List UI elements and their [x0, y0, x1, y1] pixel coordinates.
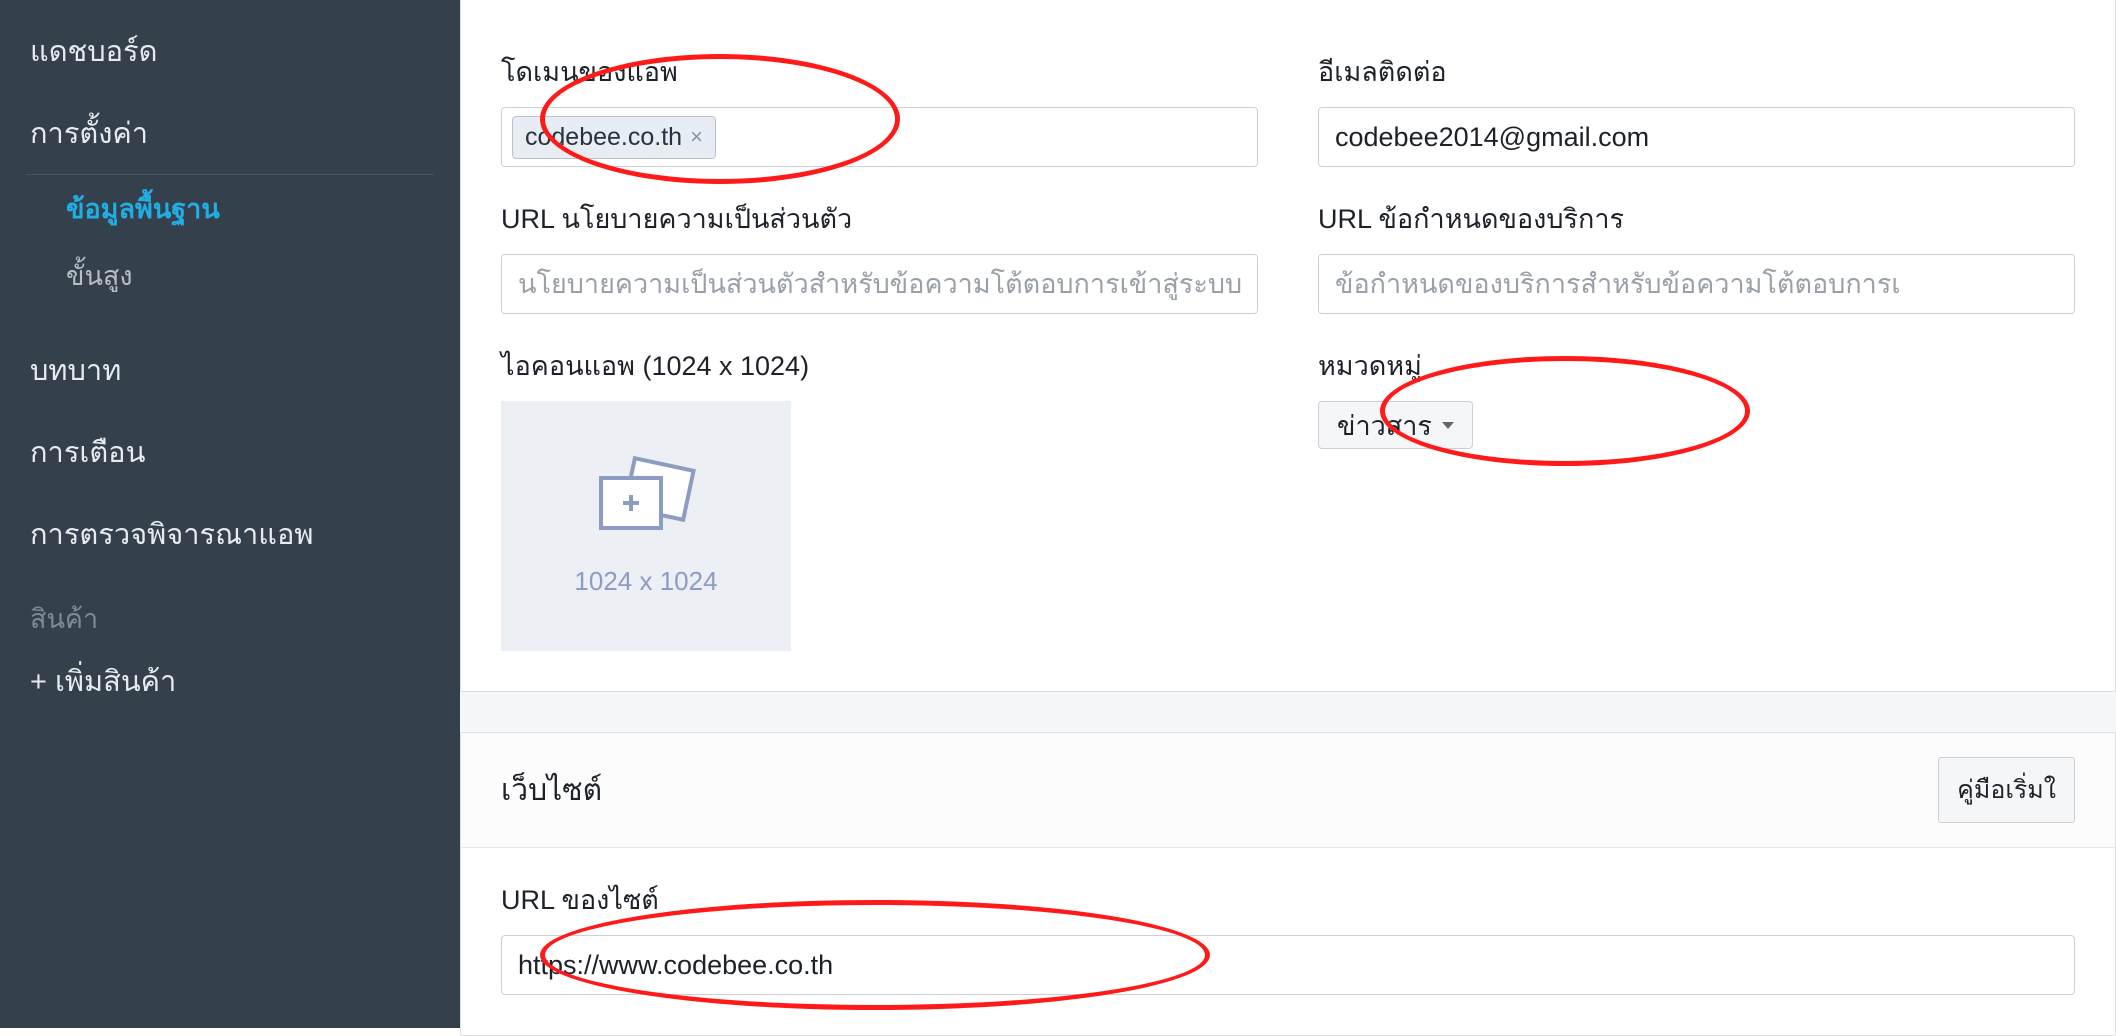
sidebar-item-roles[interactable]: บทบาท	[0, 329, 460, 411]
remove-tag-icon[interactable]: ×	[690, 124, 703, 150]
quickstart-guide-button[interactable]: คู่มือเริ่มใ	[1938, 757, 2075, 823]
photo-placeholder-icon	[591, 456, 701, 546]
sidebar: แดชบอร์ด การตั้งค่า ข้อมูลพื้นฐาน ขั้นสู…	[0, 0, 460, 1028]
settings-panel: โดเมนของแอพ codebee.co.th × อีเมลติดต่อ	[460, 0, 2116, 692]
sidebar-label: การตั้งค่า	[30, 118, 148, 150]
website-panel-body: URL ของไซต์	[461, 878, 2115, 1035]
tag-text: codebee.co.th	[525, 123, 682, 152]
sidebar-label: + เพิ่มสินค้า	[30, 666, 176, 698]
tos-url-label: URL ข้อกำหนดของบริการ	[1318, 197, 2075, 240]
app-icon-dimensions: 1024 x 1024	[574, 566, 717, 597]
sidebar-item-dashboard[interactable]: แดชบอร์ด	[0, 10, 460, 92]
sidebar-label: การเตือน	[30, 437, 145, 469]
website-panel: เว็บไซต์ คู่มือเริ่มใ URL ของไซต์	[460, 732, 2116, 1036]
privacy-url-label: URL นโยบายความเป็นส่วนตัว	[501, 197, 1258, 240]
contact-email-input[interactable]	[1318, 107, 2075, 167]
sidebar-label: บทบาท	[30, 355, 121, 387]
sidebar-item-add-product[interactable]: + เพิ่มสินค้า	[0, 652, 460, 722]
sidebar-label: แดชบอร์ด	[30, 36, 157, 68]
category-value: ข่าวสาร	[1337, 404, 1432, 447]
category-select[interactable]: ข่าวสาร	[1318, 401, 1473, 449]
app-domain-tag[interactable]: codebee.co.th ×	[512, 116, 716, 159]
site-url-input[interactable]	[501, 935, 2075, 995]
sidebar-item-appreview[interactable]: การตรวจพิจารณาแอพ	[0, 493, 460, 575]
website-panel-title: เว็บไซต์	[501, 767, 602, 814]
category-label: หมวดหมู่	[1318, 344, 2075, 387]
sidebar-section-products: สินค้า	[0, 575, 460, 652]
sidebar-subitem-advanced[interactable]: ขั้นสูง	[0, 242, 460, 309]
app-domain-label: โดเมนของแอพ	[501, 50, 1258, 93]
app-icon-label: ไอคอนแอพ (1024 x 1024)	[501, 344, 1258, 387]
content-area: โดเมนของแอพ codebee.co.th × อีเมลติดต่อ	[460, 0, 2116, 1028]
app-domain-input[interactable]: codebee.co.th ×	[501, 107, 1258, 167]
sidebar-item-alerts[interactable]: การเตือน	[0, 411, 460, 493]
sidebar-label: การตรวจพิจารณาแอพ	[30, 519, 314, 551]
site-url-label: URL ของไซต์	[501, 878, 2075, 921]
sidebar-label: ข้อมูลพื้นฐาน	[66, 194, 220, 224]
sidebar-item-settings[interactable]: การตั้งค่า	[0, 92, 460, 174]
tos-url-input[interactable]	[1318, 254, 2075, 314]
website-panel-header: เว็บไซต์ คู่มือเริ่มใ	[461, 733, 2115, 848]
contact-email-label: อีเมลติดต่อ	[1318, 50, 2075, 93]
sidebar-subitem-basic[interactable]: ข้อมูลพื้นฐาน	[0, 175, 460, 242]
privacy-url-input[interactable]	[501, 254, 1258, 314]
sidebar-label: ขั้นสูง	[66, 261, 133, 291]
chevron-down-icon	[1442, 422, 1454, 429]
panel-body: โดเมนของแอพ codebee.co.th × อีเมลติดต่อ	[461, 0, 2115, 691]
app-icon-uploader[interactable]: 1024 x 1024	[501, 401, 791, 651]
